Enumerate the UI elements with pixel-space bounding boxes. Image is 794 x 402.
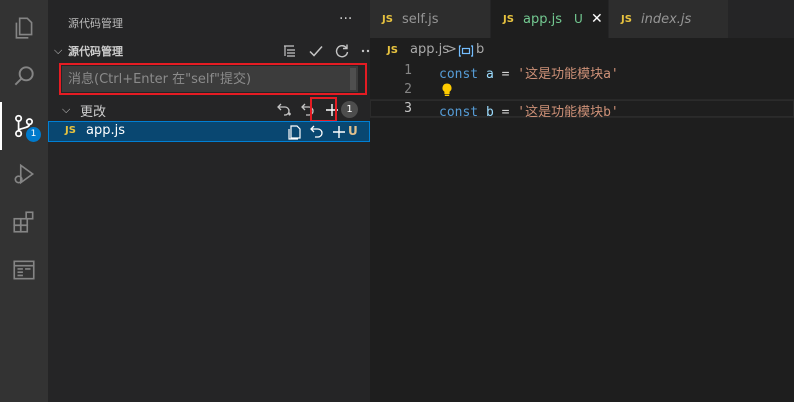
sidebar-title: 源代码管理 xyxy=(68,17,123,30)
tab-app-js[interactable]: JS app.js U ✕ xyxy=(491,0,609,38)
js-file-icon: JS xyxy=(382,14,393,25)
tab-self-js[interactable]: JS self.js xyxy=(370,0,491,38)
search-icon xyxy=(14,66,34,86)
code-text: const b = '这是功能模块b' xyxy=(439,105,619,120)
js-file-icon: JS xyxy=(503,14,514,25)
js-file-icon: JS xyxy=(65,125,76,136)
source-control-badge: 1 xyxy=(26,127,41,142)
tab-bar: JS self.js JS app.js U ✕ JS index.js xyxy=(370,0,794,38)
activity-bar: 1 xyxy=(0,0,48,402)
breadcrumb-separator: > xyxy=(446,42,457,57)
check-icon[interactable] xyxy=(306,41,326,61)
open-file-icon[interactable] xyxy=(285,122,305,142)
changed-file-row[interactable]: JS app.js U xyxy=(48,121,370,142)
list-tree-icon[interactable] xyxy=(280,41,300,61)
tab-status: U xyxy=(574,12,583,26)
close-icon[interactable]: ✕ xyxy=(591,11,603,27)
breadcrumb-symbol[interactable]: b xyxy=(476,42,484,57)
activity-source-control[interactable]: 1 xyxy=(0,102,48,150)
debug-icon xyxy=(14,163,35,185)
tab-label: index.js xyxy=(641,12,692,27)
highlight-box xyxy=(59,63,367,95)
line-number: 2 xyxy=(404,82,412,97)
repository-section-label: 源代码管理 xyxy=(68,45,123,58)
activity-extensions[interactable] xyxy=(0,198,48,246)
changes-label: 更改 xyxy=(80,105,107,120)
code-line: 2 xyxy=(370,81,794,100)
discard-all-icon[interactable] xyxy=(274,100,294,120)
activity-search[interactable] xyxy=(0,52,48,100)
chevron-down-icon: ⌵ xyxy=(62,103,71,116)
variable-icon xyxy=(458,45,474,57)
files-icon xyxy=(15,17,33,39)
changes-count-badge: 1 xyxy=(341,101,358,118)
breadcrumb: JS app.js > b xyxy=(370,40,794,62)
code-text: const a = '这是功能模块a' xyxy=(439,67,619,82)
line-number: 3 xyxy=(404,101,412,116)
lightbulb-icon[interactable] xyxy=(440,82,454,98)
window-icon xyxy=(13,260,35,280)
stage-icon[interactable] xyxy=(329,122,349,142)
activity-run-debug[interactable] xyxy=(0,150,48,198)
tab-label: app.js xyxy=(523,12,562,27)
breadcrumb-file[interactable]: app.js xyxy=(410,42,449,57)
source-control-sidebar: 源代码管理 ··· ⌵ 源代码管理 ⌵ 更改 xyxy=(48,0,375,402)
activity-remote-explorer[interactable] xyxy=(0,246,48,294)
repository-section-header[interactable]: ⌵ 源代码管理 xyxy=(48,40,375,62)
refresh-icon[interactable] xyxy=(332,41,352,61)
sidebar-more-button[interactable]: ··· xyxy=(339,11,352,27)
tab-label: self.js xyxy=(402,12,439,27)
untracked-status: U xyxy=(348,124,358,138)
js-file-icon: JS xyxy=(621,14,632,25)
line-number: 1 xyxy=(404,63,412,78)
discard-icon[interactable] xyxy=(307,122,327,142)
js-file-icon: JS xyxy=(387,45,398,56)
changed-file-name: app.js xyxy=(86,123,125,138)
sidebar-header: 源代码管理 ··· xyxy=(48,0,370,42)
tab-index-js[interactable]: JS index.js xyxy=(609,0,729,38)
activity-explorer[interactable] xyxy=(0,4,48,52)
highlight-box xyxy=(310,97,337,122)
code-line: 3 const b = '这是功能模块b' xyxy=(370,99,794,120)
code-line: 1 const a = '这是功能模块a' xyxy=(370,62,794,82)
extensions-icon xyxy=(13,211,34,233)
chevron-down-icon: ⌵ xyxy=(54,44,63,57)
editor-area: JS self.js JS app.js U ✕ JS index.js JS … xyxy=(370,0,794,402)
